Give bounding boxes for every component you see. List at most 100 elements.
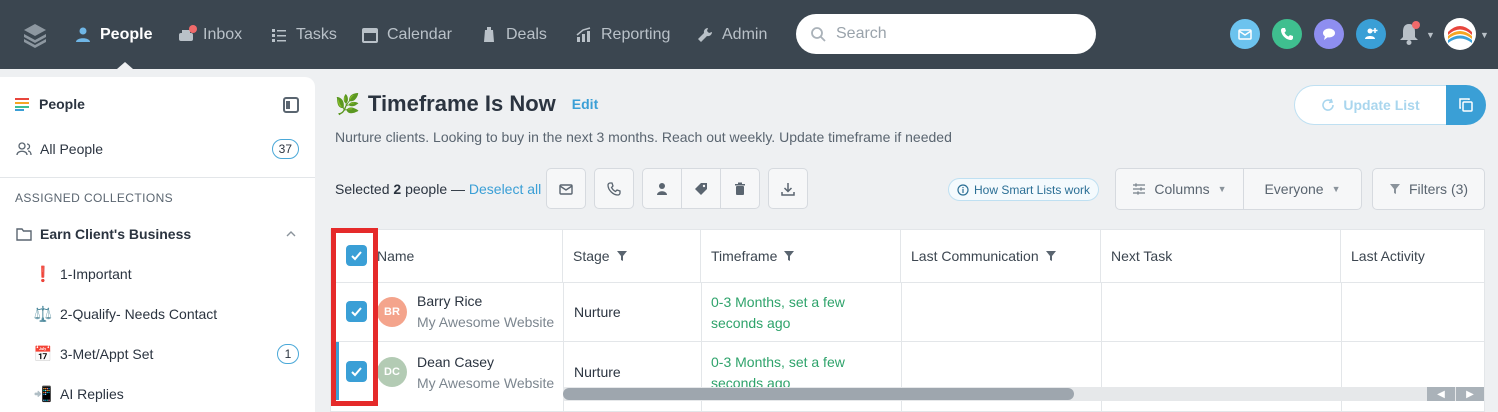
trash-icon xyxy=(735,182,745,195)
person-source: My Awesome Website xyxy=(417,314,555,330)
nav-calendar[interactable]: Calendar xyxy=(361,24,452,46)
column-header-label: Stage xyxy=(573,248,610,264)
sidebar-item-label: 1-Important xyxy=(60,266,132,282)
nav-reporting[interactable]: Reporting xyxy=(575,24,670,46)
stage-value: Nurture xyxy=(574,304,621,320)
messages-button[interactable] xyxy=(1314,19,1344,49)
person-source: My Awesome Website xyxy=(417,375,555,391)
horizontal-scrollbar[interactable] xyxy=(563,387,1485,401)
smart-lists-help-link[interactable]: How Smart Lists work xyxy=(948,178,1100,201)
chevron-down-icon[interactable]: ▼ xyxy=(1426,30,1435,40)
search-bar[interactable] xyxy=(796,14,1096,54)
column-header-next-task[interactable]: Next Task xyxy=(1101,230,1341,282)
selected-prefix: Selected xyxy=(335,181,390,197)
column-header-stage[interactable]: Stage xyxy=(563,230,701,282)
collection-label: Earn Client's Business xyxy=(40,226,192,242)
row-divider xyxy=(331,341,1484,342)
page-title: Timeframe Is Now xyxy=(367,91,556,116)
chat-bubble-icon xyxy=(1323,28,1335,40)
tasks-icon xyxy=(272,29,286,42)
sidebar-item-label: All People xyxy=(40,141,104,157)
search-input[interactable] xyxy=(836,25,1066,43)
everyone-dropdown[interactable]: Everyone ▼ xyxy=(1243,168,1362,210)
add-person-button[interactable] xyxy=(1356,19,1386,49)
edit-link[interactable]: Edit xyxy=(572,96,598,112)
count-badge: 37 xyxy=(271,139,299,159)
refresh-icon xyxy=(1322,98,1335,111)
collection-earn-clients-business[interactable]: Earn Client's Business xyxy=(0,223,315,245)
account-avatar[interactable] xyxy=(1444,18,1476,50)
column-header-name[interactable]: Name xyxy=(367,230,563,282)
scrollbar-thumb[interactable] xyxy=(563,388,1074,400)
assign-agent-button[interactable] xyxy=(642,168,682,209)
nav-deals[interactable]: Deals xyxy=(480,24,547,46)
inbox-notification-dot xyxy=(189,25,197,33)
nav-people[interactable]: People xyxy=(74,24,152,46)
email-button[interactable] xyxy=(1230,19,1260,49)
filter-icon[interactable] xyxy=(783,250,795,262)
nav-tasks[interactable]: Tasks xyxy=(270,24,337,46)
filter-icon[interactable] xyxy=(616,250,628,262)
envelope-icon xyxy=(559,183,573,195)
people-table: Name Stage Timeframe Last Communication … xyxy=(330,229,1485,412)
timeframe-value: 0-3 Months, set a few seconds ago xyxy=(711,292,845,334)
copy-icon xyxy=(1459,98,1473,112)
account-chevron-icon[interactable]: ▼ xyxy=(1480,30,1489,40)
scroll-right-icon[interactable]: ▶ xyxy=(1456,387,1484,401)
column-header-label: Name xyxy=(377,248,415,264)
filters-button[interactable]: Filters (3) xyxy=(1372,168,1485,210)
folder-icon xyxy=(16,228,32,241)
columns-dropdown[interactable]: Columns ▼ xyxy=(1115,168,1244,210)
active-nav-indicator xyxy=(117,62,133,69)
sidebar-item-label: AI Replies xyxy=(60,386,124,402)
sidebar-item-3-met-appt-set[interactable]: 📅 3-Met/Appt Set 1 xyxy=(0,343,315,365)
update-list-button[interactable]: Update List xyxy=(1294,85,1446,125)
sidebar-item-ai-replies[interactable]: 📲 AI Replies xyxy=(0,383,315,405)
delete-button[interactable] xyxy=(720,168,760,209)
count-badge: 1 xyxy=(277,344,299,364)
person-name[interactable]: Dean Casey xyxy=(417,354,494,370)
column-header-last-communication[interactable]: Last Communication xyxy=(901,230,1101,282)
nav-admin[interactable]: Admin xyxy=(696,24,767,46)
people-outline-icon xyxy=(16,142,32,156)
sidebar: People All People 37 ASSIGNED COLLECTION… xyxy=(0,77,315,412)
phone-outline-icon xyxy=(607,181,621,196)
selected-count: 2 xyxy=(393,181,402,197)
selected-suffix: people — xyxy=(405,181,465,197)
scroll-left-icon[interactable]: ◀ xyxy=(1427,387,1455,401)
email-icon xyxy=(1238,29,1252,40)
collapse-sidebar-icon[interactable] xyxy=(283,97,299,113)
exclamation-icon: ❗ xyxy=(33,266,53,283)
bulk-call-button[interactable] xyxy=(594,168,634,209)
sidebar-item-1-important[interactable]: ❗ 1-Important xyxy=(0,263,315,285)
deselect-all-link[interactable]: Deselect all xyxy=(469,181,541,197)
column-header-last-activity[interactable]: Last Activity xyxy=(1341,230,1484,282)
avatar: DC xyxy=(377,357,407,387)
chevron-up-icon[interactable] xyxy=(285,230,297,238)
filter-icon[interactable] xyxy=(1045,250,1057,262)
sidebar-item-label: 2-Qualify- Needs Contact xyxy=(60,306,218,322)
list-description: Nurture clients. Looking to buy in the n… xyxy=(335,129,952,145)
column-header-label: Last Communication xyxy=(911,248,1039,264)
wrench-icon xyxy=(698,27,713,42)
chevron-down-icon: ▼ xyxy=(1217,184,1227,194)
phone-button[interactable] xyxy=(1272,19,1302,49)
export-button[interactable] xyxy=(768,168,808,209)
calendar-emoji-icon: 📅 xyxy=(33,346,53,363)
nav-calendar-label: Calendar xyxy=(387,26,452,43)
column-header-label: Next Task xyxy=(1111,248,1173,264)
bulk-email-button[interactable] xyxy=(546,168,586,209)
mobile-phone-icon: 📲 xyxy=(33,386,53,403)
deals-icon xyxy=(484,27,494,42)
tag-button[interactable] xyxy=(681,168,721,209)
sidebar-item-2-qualify[interactable]: ⚖️ 2-Qualify- Needs Contact xyxy=(0,303,315,325)
app-logo-icon[interactable] xyxy=(22,22,48,48)
top-navigation: People Inbox Tasks Calendar Deals Report… xyxy=(0,0,1498,69)
download-icon xyxy=(781,182,795,196)
sidebar-item-all-people[interactable]: All People 37 xyxy=(0,138,315,160)
column-header-timeframe[interactable]: Timeframe xyxy=(701,230,901,282)
copy-list-button[interactable] xyxy=(1446,85,1486,125)
person-name[interactable]: Barry Rice xyxy=(417,293,482,309)
tag-icon xyxy=(695,182,707,195)
nav-inbox[interactable]: Inbox xyxy=(177,24,242,46)
